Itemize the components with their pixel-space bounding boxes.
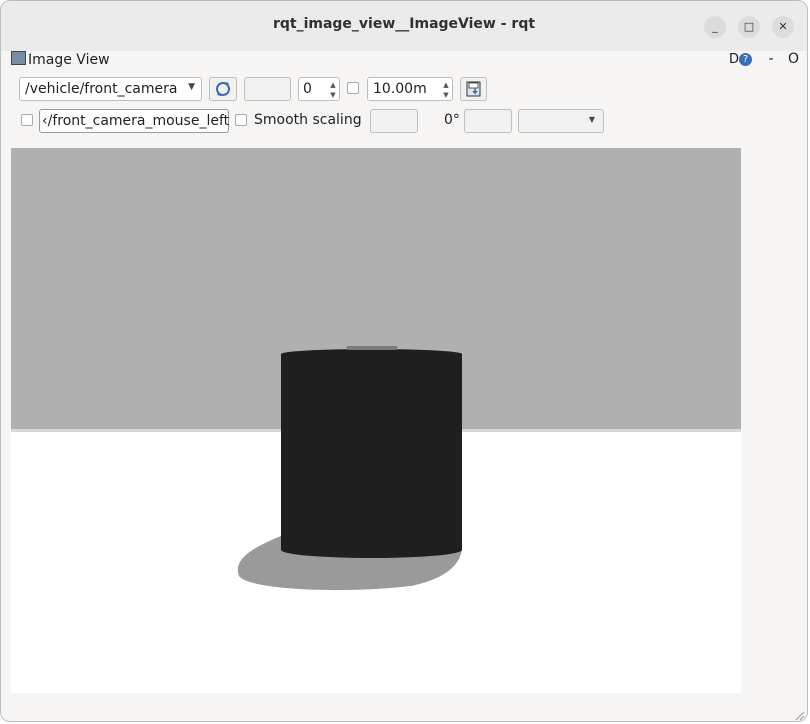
topic-combobox[interactable]: /vehicle/front_camera ▼: [19, 77, 202, 101]
spin-box[interactable]: 0 ▲ ▼: [298, 77, 340, 101]
refresh-icon: [216, 82, 230, 96]
refresh-button[interactable]: [209, 77, 237, 101]
minimize-icon: _: [712, 20, 718, 33]
spin-arrows-icon: ▲ ▼: [330, 81, 336, 99]
image-view-icon: [11, 51, 26, 65]
resize-grip-icon[interactable]: [793, 709, 805, 721]
spin-value: 0: [303, 81, 312, 97]
help-icon[interactable]: ?: [739, 53, 752, 66]
dock-close-button[interactable]: O: [788, 51, 799, 67]
dock-d-button[interactable]: D: [729, 52, 739, 67]
mouse-topic-value: ‹/front_camera_mouse_left: [42, 113, 230, 129]
app-window: rqt_image_view__ImageView - rqt _ □ ✕ Im…: [0, 0, 808, 722]
dock-title: Image View: [11, 51, 110, 69]
cylinder-top: [281, 349, 462, 359]
chevron-down-icon: ▼: [588, 115, 595, 124]
distance-checkbox[interactable]: [347, 82, 359, 94]
rotate-right-button[interactable]: [464, 109, 512, 133]
close-button[interactable]: ✕: [772, 16, 794, 38]
color-scheme-combobox[interactable]: ▼: [518, 109, 604, 133]
window-title: rqt_image_view__ImageView - rqt: [272, 16, 536, 32]
smooth-scaling-label: Smooth scaling: [254, 112, 362, 128]
maximize-button[interactable]: □: [738, 16, 760, 38]
chevron-down-icon: ▼: [188, 82, 195, 92]
distance-arrows-icon: ▲ ▼: [443, 81, 449, 99]
main-area: Image View D? - O /vehicle/front_camera …: [1, 51, 807, 721]
topic-value: /vehicle/front_camera: [25, 81, 178, 97]
distance-spinbox[interactable]: 10.00m ▲ ▼: [367, 77, 453, 101]
camera-image[interactable]: [11, 148, 741, 693]
rotation-label: 0°: [444, 112, 460, 128]
save-image-button[interactable]: [460, 77, 487, 101]
dock-minimize-button[interactable]: -: [768, 51, 773, 67]
dock-controls: D? - O: [729, 51, 799, 67]
mouse-publish-checkbox[interactable]: [21, 114, 33, 126]
cylinder-bottom: [281, 542, 462, 558]
mouse-topic-input[interactable]: ‹/front_camera_mouse_left: [39, 109, 229, 133]
title-bar[interactable]: rqt_image_view__ImageView - rqt _ □ ✕: [1, 1, 807, 51]
save-icon: [466, 81, 481, 97]
distance-value: 10.00m: [373, 81, 427, 97]
minimize-button[interactable]: _: [704, 16, 726, 38]
cylinder-top-highlight: [347, 346, 397, 350]
maximize-icon: □: [743, 20, 755, 33]
dock-title-label: Image View: [28, 52, 110, 68]
smooth-scaling-checkbox[interactable]: [235, 114, 247, 126]
cylinder-body: [281, 354, 462, 550]
close-icon: ✕: [778, 20, 788, 33]
blank-button[interactable]: [244, 77, 291, 101]
rotate-left-button[interactable]: [370, 109, 418, 133]
camera-image-canvas: [11, 148, 741, 693]
